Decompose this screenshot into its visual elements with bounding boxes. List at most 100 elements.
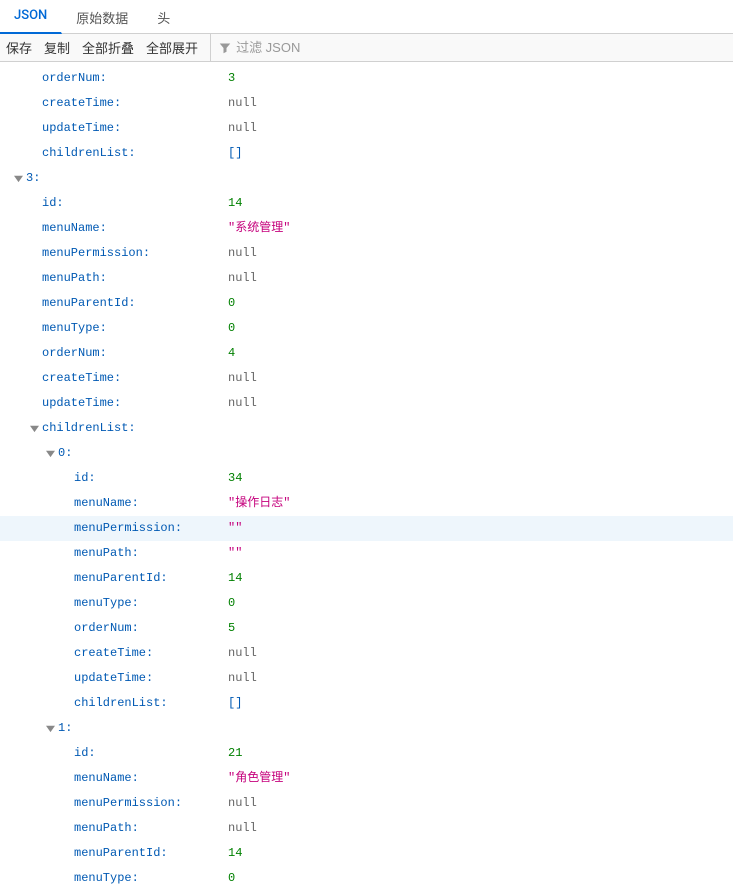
collapse-icon[interactable] [44, 723, 56, 735]
json-key: createTime [42, 366, 202, 391]
tree-row[interactable]: menuName "操作日志" [0, 491, 733, 516]
json-tree: orderNum 3 createTime null updateTime nu… [0, 62, 733, 891]
tree-row[interactable]: menuType 0 [0, 591, 733, 616]
tree-row[interactable]: createTime null [0, 91, 733, 116]
json-key: childrenList [74, 691, 234, 716]
filter-wrap [210, 34, 727, 61]
json-value: 14 [228, 566, 242, 591]
tree-row[interactable]: createTime null [0, 641, 733, 666]
json-key: menuParentId [42, 291, 202, 316]
tab-json[interactable]: JSON [0, 2, 62, 34]
json-key: id [74, 466, 234, 491]
json-value: [] [228, 691, 242, 716]
json-value: "操作日志" [228, 491, 290, 516]
tree-row[interactable]: orderNum 4 [0, 341, 733, 366]
tree-row[interactable]: orderNum 3 [0, 66, 733, 91]
toolbar: 保存 复制 全部折叠 全部展开 [0, 34, 733, 62]
collapse-icon[interactable] [44, 448, 56, 460]
json-value: "系统管理" [228, 216, 290, 241]
tree-row[interactable]: menuName "角色管理" [0, 766, 733, 791]
tree-row[interactable]: id 34 [0, 466, 733, 491]
json-value: 3 [228, 66, 235, 91]
tree-row[interactable]: childrenList [] [0, 141, 733, 166]
json-value: 0 [228, 291, 235, 316]
tree-row-expandable[interactable]: 1 [0, 716, 733, 741]
tree-row[interactable]: menuPermission "" [0, 516, 733, 541]
tree-row[interactable]: menuPath "" [0, 541, 733, 566]
tree-row[interactable]: updateTime null [0, 116, 733, 141]
save-button[interactable]: 保存 [6, 38, 32, 57]
filter-icon [219, 42, 231, 54]
json-key: menuParentId [74, 566, 234, 591]
json-key: 0 [58, 441, 218, 466]
json-value: 14 [228, 841, 242, 866]
json-key: menuParentId [74, 841, 234, 866]
json-key: menuPath [74, 816, 234, 841]
tabs-bar: JSON 原始数据 头 [0, 0, 733, 34]
json-value: null [228, 791, 257, 816]
json-key: menuName [42, 216, 202, 241]
json-value: null [228, 241, 257, 266]
tab-raw[interactable]: 原始数据 [62, 2, 143, 33]
json-key: menuPath [42, 266, 202, 291]
tree-row[interactable]: menuType 0 [0, 866, 733, 891]
json-value: 14 [228, 191, 242, 216]
tree-row[interactable]: orderNum 5 [0, 616, 733, 641]
json-key: menuPermission [74, 516, 234, 541]
collapse-icon[interactable] [28, 423, 40, 435]
json-key: menuType [74, 866, 234, 891]
json-value: "角色管理" [228, 766, 290, 791]
json-value: 0 [228, 866, 235, 891]
expand-all-button[interactable]: 全部展开 [146, 38, 198, 57]
json-key: id [74, 741, 234, 766]
collapse-icon[interactable] [12, 173, 24, 185]
json-key: updateTime [74, 666, 234, 691]
json-value: null [228, 266, 257, 291]
tab-headers[interactable]: 头 [143, 2, 185, 33]
tree-row[interactable]: updateTime null [0, 666, 733, 691]
json-value: null [228, 116, 257, 141]
json-value: 34 [228, 466, 242, 491]
json-value: 5 [228, 616, 235, 641]
json-key: childrenList [42, 416, 202, 441]
json-key: menuPermission [42, 241, 202, 266]
tree-row-expandable[interactable]: 0 [0, 441, 733, 466]
tree-row[interactable]: menuPermission null [0, 241, 733, 266]
tree-row[interactable]: menuParentId 14 [0, 841, 733, 866]
json-value: null [228, 816, 257, 841]
json-value: "" [228, 541, 242, 566]
tree-row[interactable]: childrenList [] [0, 691, 733, 716]
json-key: orderNum [42, 341, 202, 366]
copy-button[interactable]: 复制 [44, 38, 70, 57]
tree-row[interactable]: menuParentId 0 [0, 291, 733, 316]
tree-row[interactable]: menuPath null [0, 266, 733, 291]
json-key: orderNum [42, 66, 202, 91]
tree-row[interactable]: createTime null [0, 366, 733, 391]
json-key: childrenList [42, 141, 202, 166]
tree-row[interactable]: id 14 [0, 191, 733, 216]
json-value: null [228, 391, 257, 416]
json-key: orderNum [74, 616, 234, 641]
json-value: 0 [228, 316, 235, 341]
json-value: 0 [228, 591, 235, 616]
tree-row[interactable]: menuParentId 14 [0, 566, 733, 591]
tree-row[interactable]: id 21 [0, 741, 733, 766]
tree-row[interactable]: menuPath null [0, 816, 733, 841]
tree-row[interactable]: menuType 0 [0, 316, 733, 341]
tree-row-expandable[interactable]: 3 [0, 166, 733, 191]
json-key: 3 [26, 166, 186, 191]
json-value: null [228, 666, 257, 691]
json-key: menuType [74, 591, 234, 616]
filter-input[interactable] [236, 40, 727, 55]
json-value: 4 [228, 341, 235, 366]
json-value: null [228, 91, 257, 116]
tree-row[interactable]: menuPermission null [0, 791, 733, 816]
tree-row-expandable[interactable]: childrenList [0, 416, 733, 441]
json-value: 21 [228, 741, 242, 766]
collapse-all-button[interactable]: 全部折叠 [82, 38, 134, 57]
tree-row[interactable]: updateTime null [0, 391, 733, 416]
tree-row[interactable]: menuName "系统管理" [0, 216, 733, 241]
json-key: 1 [58, 716, 218, 741]
json-key: createTime [74, 641, 234, 666]
json-key: id [42, 191, 202, 216]
